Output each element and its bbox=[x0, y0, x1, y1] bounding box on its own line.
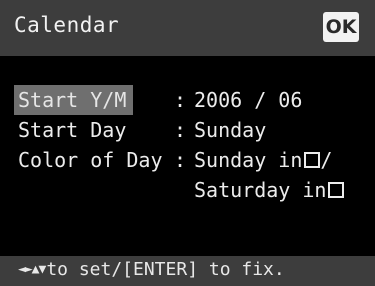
separator: : bbox=[174, 148, 187, 172]
setting-value-start-ym: 2006 / 06 bbox=[194, 88, 303, 112]
setting-label-start-day[interactable]: Start Day bbox=[18, 115, 126, 145]
footer-hint-text: to set/[ENTER] to fix. bbox=[46, 259, 285, 280]
slash-text: / bbox=[320, 148, 333, 172]
ok-button[interactable]: OK bbox=[323, 12, 359, 42]
footer-hint: ◄►▲▼to set/[ENTER] to fix. bbox=[18, 259, 285, 280]
setting-value-saturday: Saturday in bbox=[194, 175, 345, 205]
setting-label-start-ym[interactable]: Start Y/M bbox=[14, 85, 134, 115]
setting-value-start-day: Sunday bbox=[194, 118, 267, 142]
sunday-in-text: Sunday in bbox=[194, 148, 303, 172]
saturday-in-text: Saturday in bbox=[194, 178, 327, 202]
separator: : bbox=[174, 118, 187, 142]
setting-label-color-of-day[interactable]: Color of Day bbox=[18, 145, 163, 175]
sunday-checkbox-icon[interactable] bbox=[304, 152, 321, 168]
page-title: Calendar bbox=[14, 13, 120, 37]
setting-start-ym[interactable]: Start Y/M : 2006 / 06 bbox=[14, 85, 365, 115]
setting-value-sunday: Sunday in / bbox=[194, 145, 332, 175]
saturday-checkbox-icon[interactable] bbox=[328, 182, 345, 198]
calendar-screen: Calendar OK Start Y/M : 2006 / 06 Start … bbox=[0, 0, 375, 286]
settings-list: Start Y/M : 2006 / 06 Start Day : Sunday… bbox=[14, 85, 365, 205]
header-bar: Calendar OK bbox=[0, 0, 375, 56]
separator: : bbox=[174, 88, 187, 112]
arrow-keys-icon: ◄►▲▼ bbox=[18, 262, 46, 277]
setting-color-of-day[interactable]: Color of Day : Sunday in / bbox=[14, 145, 365, 175]
setting-start-day[interactable]: Start Day : Sunday bbox=[14, 115, 365, 145]
footer-bar: ◄►▲▼to set/[ENTER] to fix. bbox=[0, 256, 375, 286]
setting-color-of-day-line2: Saturday in bbox=[14, 175, 365, 205]
